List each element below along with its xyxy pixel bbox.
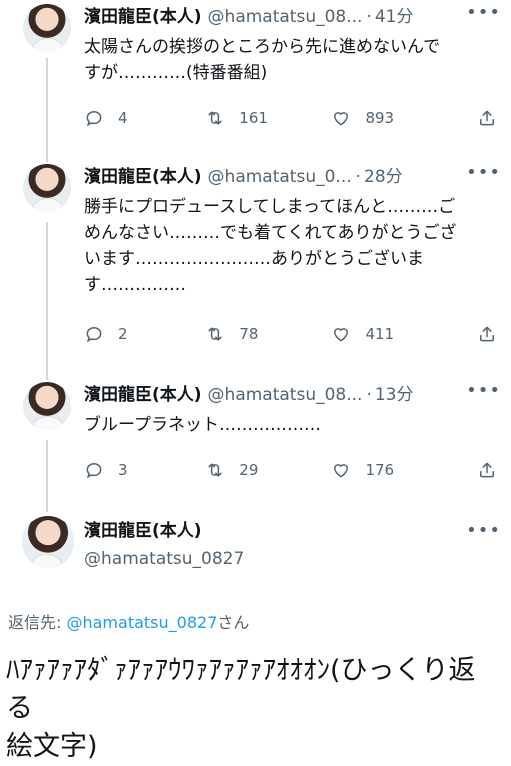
reply-count: 3 [118,461,128,479]
retweet-count: 161 [239,109,268,127]
reply-icon [86,110,102,127]
avatar[interactable] [23,4,71,52]
reply-icon [86,462,102,479]
user-handle[interactable]: @hamatatsu_0827 [84,548,244,570]
share-button[interactable] [477,460,497,480]
more-icon[interactable]: ••• [466,2,501,23]
display-name[interactable]: 濱田龍臣(本人) [84,6,202,28]
timestamp[interactable]: 41分 [375,6,414,28]
reply-prefix: 返信先: [8,613,67,632]
main-tweet-handle-row: @hamatatsu_0827 [84,548,499,570]
retweet-icon [208,111,222,125]
like-count: 411 [365,325,395,343]
tweet-header: 濱田龍臣(本人) @hamatatsu_08... · 13分 [84,384,499,406]
like-button[interactable]: 893 [331,108,477,128]
separator-dot: · [366,7,372,27]
user-handle[interactable]: @hamatatsu_08... [208,384,363,406]
like-button[interactable]: 411 [331,324,477,344]
action-bar: 3 29 176 [84,458,497,482]
more-icon[interactable]: ••• [466,162,501,183]
reply-count: 2 [118,325,128,343]
retweet-button[interactable]: 161 [205,108,331,128]
like-count: 893 [365,109,395,127]
retweet-button[interactable]: 29 [205,460,331,480]
reply-button[interactable]: 3 [84,460,205,480]
share-button[interactable] [477,108,497,128]
tweet-text: ブループラネット……………… [84,415,321,435]
share-icon [480,110,494,126]
tweet[interactable]: 濱田龍臣(本人) @hamatatsu_08... · 41分 ••• 太陽さん… [0,2,511,154]
retweet-icon [208,327,222,341]
tweet-header: 濱田龍臣(本人) @hamatatsu_08... · 41分 [84,6,499,28]
display-name[interactable]: 濱田龍臣(本人) [84,520,202,542]
retweet-count: 78 [239,325,259,343]
timestamp[interactable]: 28分 [364,166,403,188]
action-bar: 4 161 893 [84,106,497,130]
main-tweet-name: 濱田龍臣(本人) [84,520,499,542]
retweet-icon [208,463,222,477]
avatar[interactable] [23,382,71,430]
avatar[interactable] [22,516,74,568]
user-handle[interactable]: @hamatatsu_0... [208,166,352,188]
retweet-button[interactable]: 78 [205,324,331,344]
display-name[interactable]: 濱田龍臣(本人) [84,166,202,188]
like-button[interactable]: 176 [331,460,477,480]
tweet[interactable]: 濱田龍臣(本人) @hamatatsu_0... · 28分 ••• 勝手にプロ… [0,162,511,374]
reply-count: 4 [118,109,128,127]
reply-button[interactable]: 2 [84,324,205,344]
separator-dot: · [366,385,372,405]
action-bar: 2 78 411 [84,322,497,346]
like-icon [334,112,349,126]
tweet-header: 濱田龍臣(本人) @hamatatsu_0... · 28分 [84,166,499,188]
more-icon[interactable]: ••• [466,380,501,401]
more-icon[interactable]: ••• [466,520,501,541]
display-name[interactable]: 濱田龍臣(本人) [84,384,202,406]
replying-to: 返信先: @hamatatsu_0827さん [8,609,249,633]
like-icon [334,464,349,478]
timestamp[interactable]: 13分 [375,384,414,406]
tweet-text: 太陽さんの挨拶のところから先に進めないんで すが…………(特番番組) [84,37,441,83]
reply-button[interactable]: 4 [84,108,205,128]
share-icon [480,462,494,478]
share-button[interactable] [477,324,497,344]
avatar[interactable] [23,164,71,212]
reply-suffix: さん [217,613,250,632]
user-handle[interactable]: @hamatatsu_08... [208,6,363,28]
retweet-count: 29 [239,461,259,479]
tweet[interactable]: 濱田龍臣(本人) @hamatatsu_08... · 13分 ••• ブループ… [0,380,511,508]
main-tweet-text: ﾊｱｧｱｧｱﾀﾞｧｱｧｱｳﾜｧｱｧｱｧｱｵｵｵﾝ(ひっくり返る 絵文字) [6,655,476,762]
separator-dot: · [355,167,362,187]
like-icon [334,328,349,342]
tweet-text: 勝手にプロデュースしてしまってほんと………ご めんなさい………でも着てくれてあり… [84,197,457,295]
reply-mention-link[interactable]: @hamatatsu_0827 [66,613,217,632]
like-count: 176 [365,461,395,479]
share-icon [480,326,494,342]
reply-icon [86,326,102,343]
